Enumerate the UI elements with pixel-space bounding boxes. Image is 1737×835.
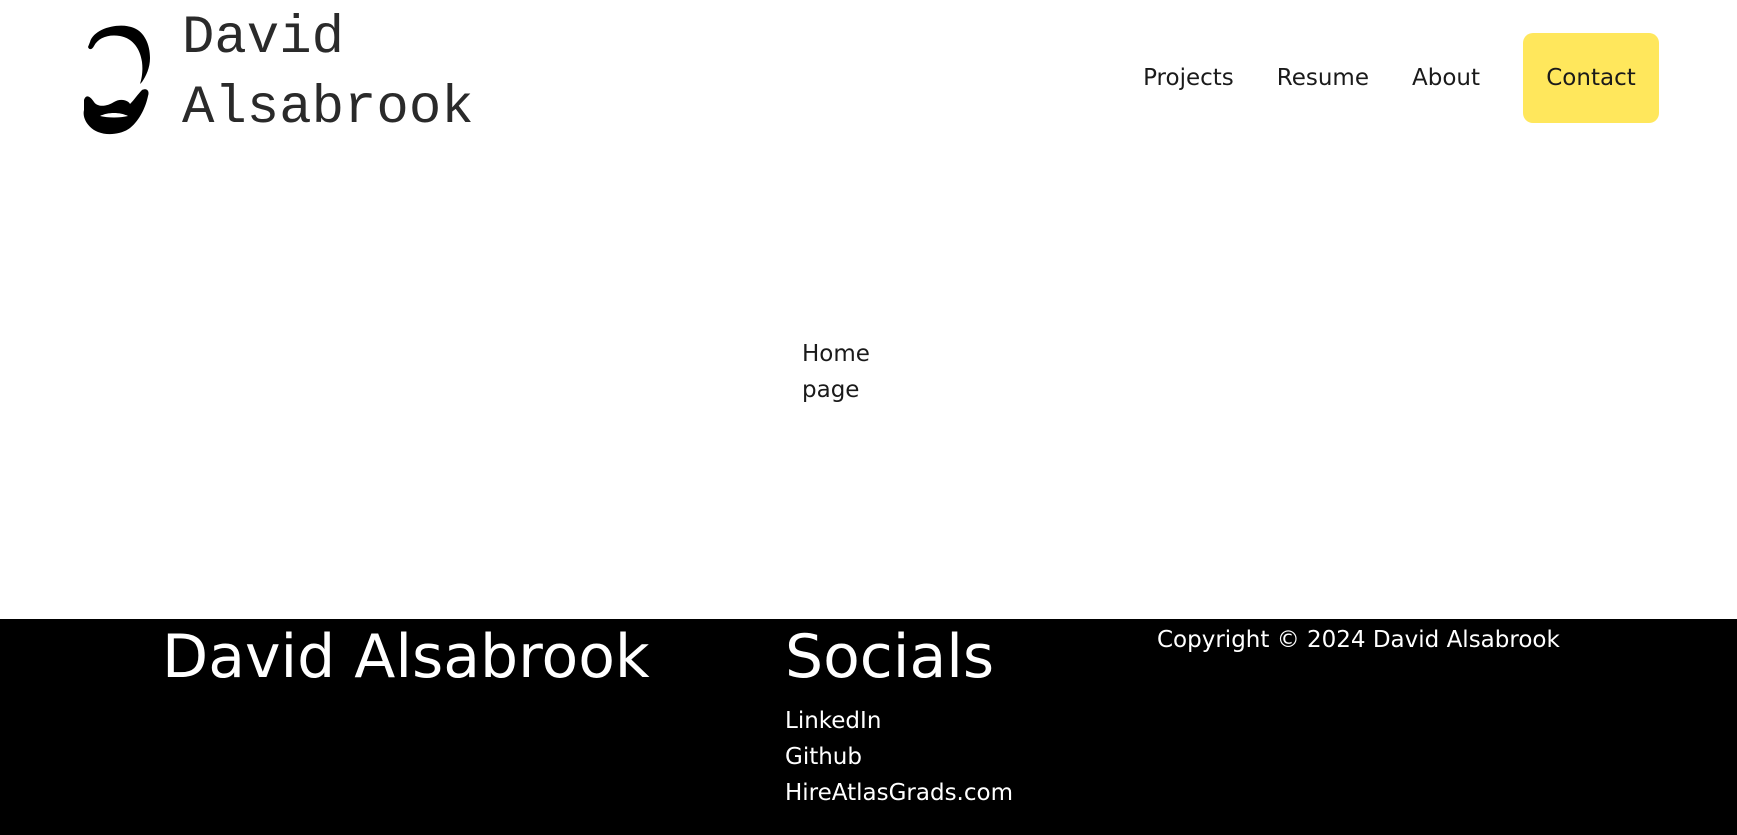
site-footer: David Alsabrook Socials LinkedIn Github …	[0, 619, 1737, 835]
hireatlasgrads-link[interactable]: HireAtlasGrads.com	[785, 775, 1013, 811]
page: David Alsabrook Projects Resume About Co…	[0, 0, 1737, 835]
footer-name: David Alsabrook	[162, 622, 650, 692]
nav-about-link[interactable]: About	[1412, 33, 1480, 123]
socials-section: Socials LinkedIn Github HireAtlasGrads.c…	[785, 619, 1013, 811]
contact-button[interactable]: Contact	[1523, 33, 1659, 123]
home-page-text: Home page	[802, 341, 870, 403]
nav-resume-link[interactable]: Resume	[1277, 33, 1369, 123]
copyright-text: Copyright © 2024 David Alsabrook	[1157, 627, 1560, 653]
face-silhouette-icon	[83, 25, 150, 135]
main-nav: Projects Resume About Contact	[1143, 33, 1659, 123]
logo-text: David Alsabrook	[182, 8, 474, 139]
home-logo-link[interactable]: David Alsabrook	[80, 4, 542, 150]
github-link[interactable]: Github	[785, 739, 1013, 775]
linkedin-link[interactable]: LinkedIn	[785, 703, 1013, 739]
site-header: David Alsabrook Projects Resume About Co…	[0, 0, 1737, 160]
main-content: Home page	[0, 160, 1737, 619]
socials-heading: Socials	[785, 622, 995, 692]
nav-projects-link[interactable]: Projects	[1143, 33, 1234, 123]
